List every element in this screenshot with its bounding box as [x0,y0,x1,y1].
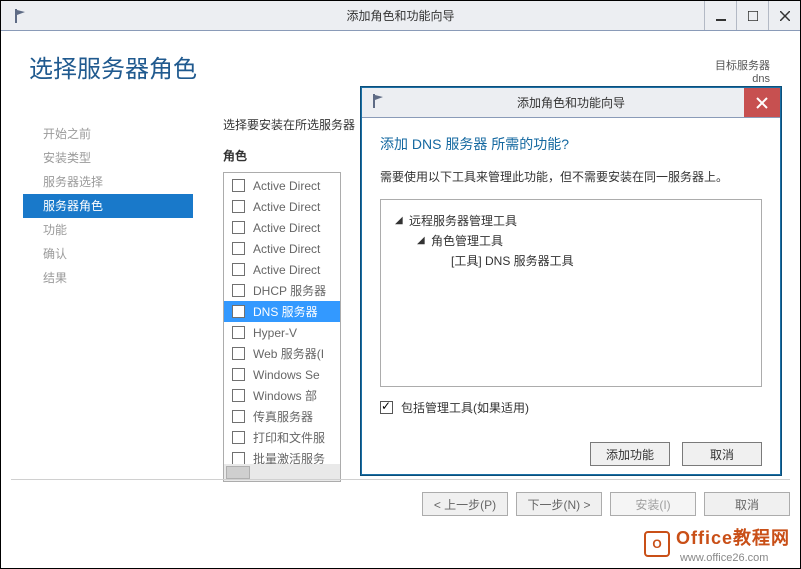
wizard-sidebar: 开始之前 安装类型 服务器选择 服务器角色 功能 确认 结果 [23,122,193,290]
main-window-title: 添加角色和功能向导 [1,7,800,24]
sidebar-item-before-you-begin[interactable]: 开始之前 [23,122,193,146]
checkbox-icon[interactable] [232,389,245,402]
sidebar-item-confirmation[interactable]: 确认 [23,242,193,266]
role-row[interactable]: 传真服务器 [224,406,340,427]
install-button[interactable]: 安装(I) [610,492,696,516]
dialog-text: 需要使用以下工具来管理此功能，但不需要安装在同一服务器上。 [380,168,762,185]
sidebar-item-server-roles[interactable]: 服务器角色 [23,194,193,218]
tree-item-label: 远程服务器管理工具 [409,212,517,229]
sidebar-item-installation-type[interactable]: 安装类型 [23,146,193,170]
caret-down-icon[interactable]: ◢ [395,215,405,226]
watermark-text: Office教程网 www.office26.com [676,524,790,564]
cancel-button[interactable]: 取消 [704,492,790,516]
role-row[interactable]: Active Direct [224,196,340,217]
checkbox-icon[interactable] [232,305,245,318]
feature-tree[interactable]: ◢ 远程服务器管理工具 ◢ 角色管理工具 [工具] DNS 服务器工具 [380,199,762,387]
checkbox-icon[interactable] [232,221,245,234]
include-management-tools-row[interactable]: 包括管理工具(如果适用) [380,399,762,416]
main-titlebar: 添加角色和功能向导 [1,1,800,31]
dialog-footer: 添加功能 取消 [362,442,780,466]
sidebar-item-results[interactable]: 结果 [23,266,193,290]
dialog-titlebar: 添加角色和功能向导 [362,88,780,118]
page-title: 选择服务器角色 [29,49,778,84]
dest-server-label: 目标服务器 [715,57,770,73]
watermark: O Office教程网 www.office26.com [644,524,790,564]
tree-item-remote-admin-tools[interactable]: ◢ 远程服务器管理工具 [395,210,747,230]
roles-listbox[interactable]: Active Direct Active Direct Active Direc… [223,172,341,482]
caret-down-icon[interactable]: ◢ [417,235,427,246]
tree-item-role-admin-tools[interactable]: ◢ 角色管理工具 [417,230,747,250]
dialog-body: 添加 DNS 服务器 所需的功能? 需要使用以下工具来管理此功能，但不需要安装在… [362,118,780,428]
checkbox-icon[interactable] [232,179,245,192]
include-tools-checkbox[interactable] [380,401,393,414]
dialog-title: 添加角色和功能向导 [362,94,780,111]
role-row[interactable]: Windows 部 [224,385,340,406]
sidebar-item-server-selection[interactable]: 服务器选择 [23,170,193,194]
role-row[interactable]: Hyper-V [224,322,340,343]
checkbox-icon[interactable] [232,347,245,360]
watermark-logo-icon: O [644,531,670,557]
watermark-brand: Office教程网 [676,528,790,548]
add-features-button[interactable]: 添加功能 [590,442,670,466]
previous-button[interactable]: < 上一步(P) [422,492,508,516]
checkbox-icon[interactable] [232,431,245,444]
dest-server-value: dns [715,73,770,85]
tree-item-dns-server-tools[interactable]: [工具] DNS 服务器工具 [451,250,747,270]
dialog-cancel-button[interactable]: 取消 [682,442,762,466]
checkbox-icon[interactable] [232,326,245,339]
watermark-url: www.office26.com [680,552,768,564]
role-row-dns[interactable]: DNS 服务器 [224,301,340,322]
role-row[interactable]: 打印和文件服 [224,427,340,448]
checkbox-icon[interactable] [232,368,245,381]
checkbox-icon[interactable] [232,284,245,297]
window-controls [704,1,800,30]
sidebar-item-features[interactable]: 功能 [23,218,193,242]
include-tools-label: 包括管理工具(如果适用) [401,399,529,416]
checkbox-icon[interactable] [232,200,245,213]
role-row[interactable]: DHCP 服务器 [224,280,340,301]
tree-item-label: 角色管理工具 [431,232,503,249]
dialog-heading: 添加 DNS 服务器 所需的功能? [380,134,762,154]
role-row[interactable]: Active Direct [224,217,340,238]
role-row[interactable]: Windows Se [224,364,340,385]
wizard-footer: < 上一步(P) 下一步(N) > 安装(I) 取消 [11,479,790,527]
role-row[interactable]: Active Direct [224,238,340,259]
tree-item-label: [工具] DNS 服务器工具 [451,252,574,269]
role-row[interactable]: Active Direct [224,259,340,280]
close-button[interactable] [768,1,800,30]
role-row[interactable]: Web 服务器(I [224,343,340,364]
dialog-close-button[interactable] [744,88,780,117]
role-row[interactable]: Active Direct [224,175,340,196]
restore-button[interactable] [736,1,768,30]
checkbox-icon[interactable] [232,410,245,423]
checkbox-icon[interactable] [232,242,245,255]
checkbox-icon[interactable] [232,263,245,276]
scroll-thumb[interactable] [226,466,250,479]
next-button[interactable]: 下一步(N) > [516,492,602,516]
minimize-button[interactable] [704,1,736,30]
destination-server: 目标服务器 dns [715,57,770,85]
add-features-dialog: 添加角色和功能向导 添加 DNS 服务器 所需的功能? 需要使用以下工具来管理此… [361,87,781,475]
